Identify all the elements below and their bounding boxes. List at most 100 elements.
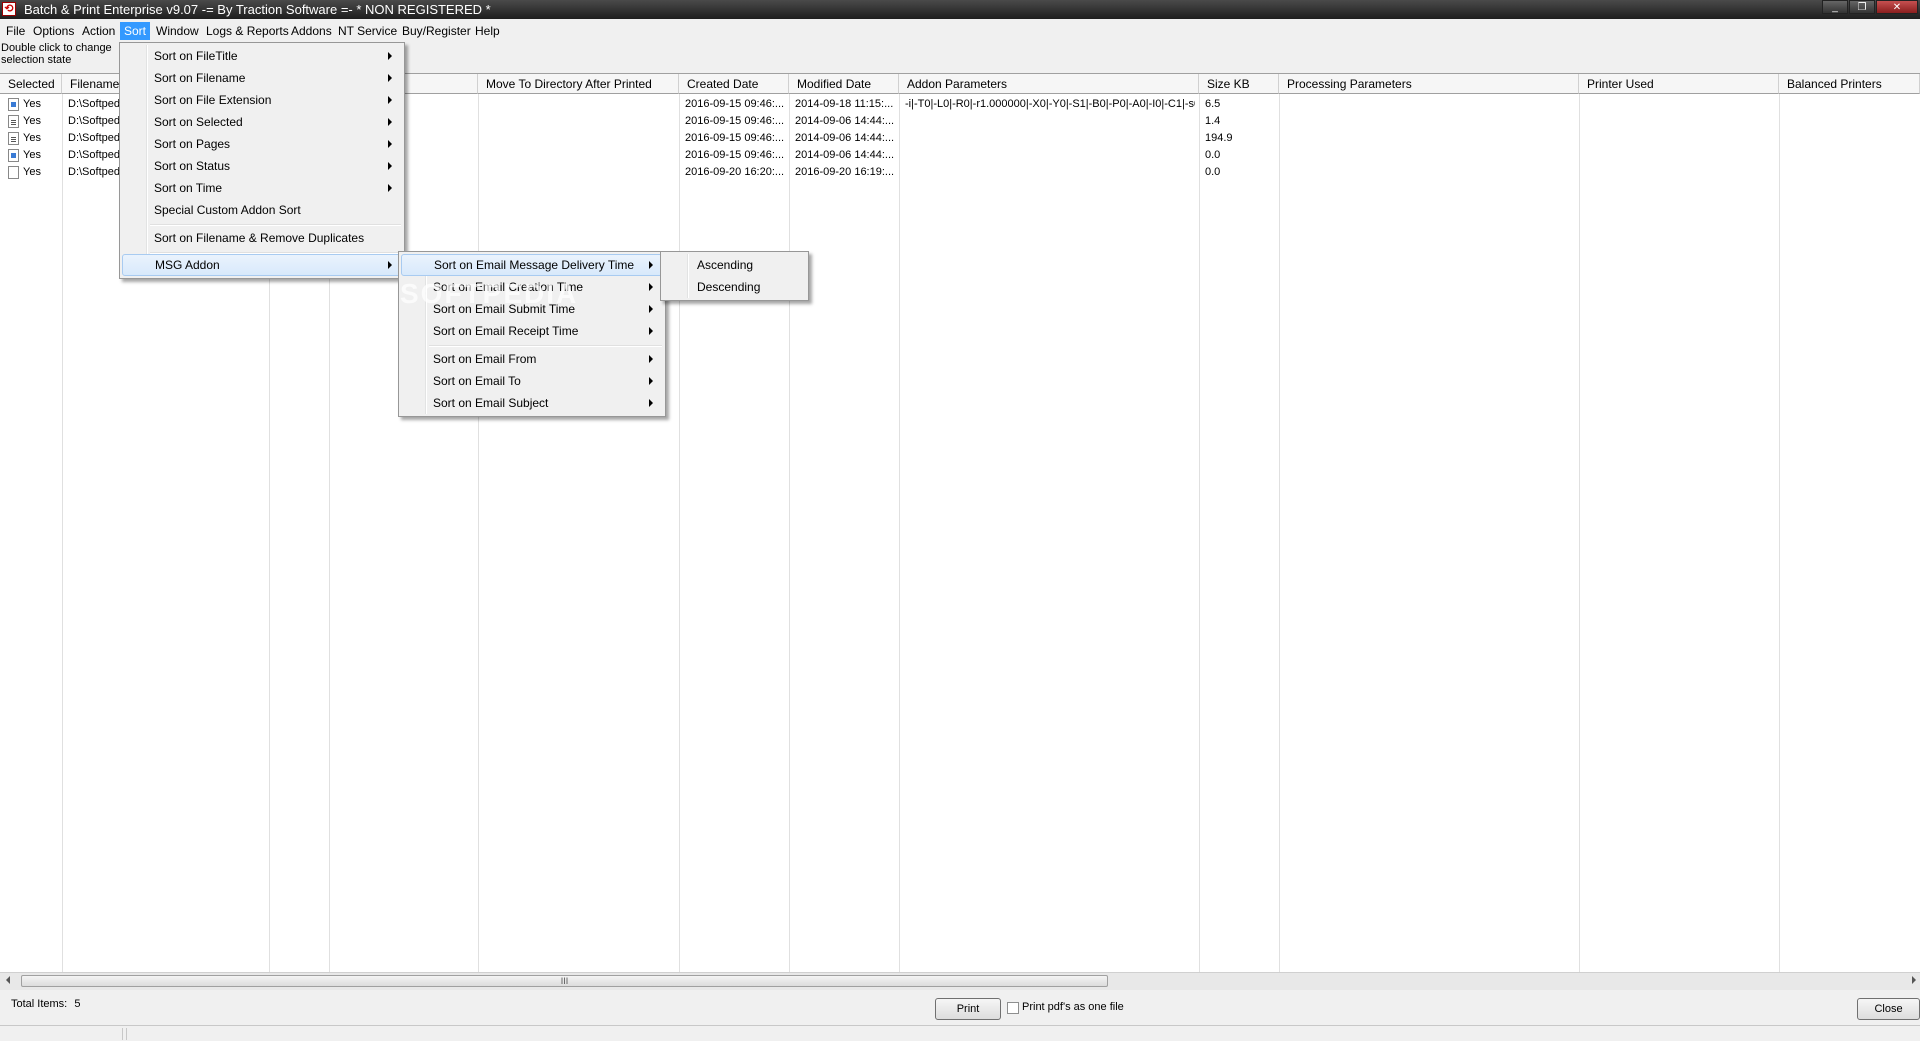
menu-buy-register[interactable]: Buy/Register	[398, 22, 475, 40]
cell-created-date: 2016-09-15 09:46:...	[685, 115, 785, 127]
scroll-right-icon[interactable]	[1912, 976, 1916, 984]
print-one-file-label: Print pdf's as one file	[1022, 1001, 1124, 1013]
restore-button[interactable]: ❐	[1849, 0, 1875, 14]
cell-created-date: 2016-09-15 09:46:...	[685, 149, 785, 161]
cell-selected[interactable]: Yes	[23, 113, 41, 130]
cell-modified-date: 2014-09-06 14:44:...	[795, 149, 895, 161]
sort-order-submenu: Ascending Descending	[660, 251, 809, 301]
submenu-arrow-icon	[388, 74, 392, 82]
print-button[interactable]: Print	[935, 998, 1001, 1020]
menu-sort-email-to[interactable]: Sort on Email To	[401, 370, 663, 392]
selection-hint: Double click to change selection state	[1, 42, 112, 66]
menu-msg-addon[interactable]: MSG Addon	[122, 254, 402, 276]
submenu-arrow-icon	[388, 52, 392, 60]
window-title: Batch & Print Enterprise v9.07 -= By Tra…	[24, 2, 491, 17]
cell-selected[interactable]: Yes	[23, 130, 41, 147]
menu-item-label: Sort on Time	[154, 181, 223, 195]
cell-created-date: 2016-09-15 09:46:...	[685, 98, 785, 110]
submenu-arrow-icon	[649, 399, 653, 407]
column-divider	[62, 94, 63, 974]
title-bar: ⟲ Batch & Print Enterprise v9.07 -= By T…	[0, 0, 1920, 19]
menu-item-label: Sort on Selected	[154, 115, 243, 129]
menu-sort-on-filename[interactable]: Sort on Filename	[122, 67, 402, 89]
minimize-button[interactable]: _	[1822, 0, 1848, 14]
column-move-to-directory[interactable]: Move To Directory After Printed	[478, 74, 679, 94]
menu-sort-email-subject[interactable]: Sort on Email Subject	[401, 392, 663, 414]
status-bar	[0, 1025, 1920, 1041]
total-items-label: Total Items:	[11, 998, 68, 1010]
menu-sort-on-selected[interactable]: Sort on Selected	[122, 111, 402, 133]
menu-sort-on-time[interactable]: Sort on Time	[122, 177, 402, 199]
menu-window[interactable]: Window	[152, 22, 203, 40]
menu-sort[interactable]: Sort	[120, 22, 151, 40]
document-file-icon	[8, 115, 19, 128]
menu-sort-on-pages[interactable]: Sort on Pages	[122, 133, 402, 155]
column-created-date[interactable]: Created Date	[679, 74, 789, 94]
menu-item-label: Sort on Email Submit Time	[433, 302, 576, 316]
menu-sort-email-submit-time[interactable]: Sort on Email Submit Time	[401, 298, 663, 320]
submenu-arrow-icon	[388, 261, 392, 269]
cell-selected[interactable]: Yes	[23, 164, 41, 181]
horizontal-scrollbar[interactable]: III	[0, 972, 1920, 990]
submenu-arrow-icon	[649, 261, 653, 269]
cell-modified-date: 2014-09-18 11:15:...	[795, 98, 894, 110]
submenu-arrow-icon	[388, 184, 392, 192]
menu-item-label: Sort on Email To	[433, 374, 521, 388]
menu-item-label: Sort on Email Receipt Time	[433, 324, 579, 338]
menu-ascending[interactable]: Ascending	[663, 254, 806, 276]
menu-item-label: Sort on Status	[154, 159, 231, 173]
menu-special-custom-addon-sort[interactable]: Special Custom Addon Sort	[122, 199, 402, 221]
menu-item-label: Sort on FileTitle	[154, 49, 238, 63]
column-size-kb[interactable]: Size KB	[1199, 74, 1279, 94]
column-processing-parameters[interactable]: Processing Parameters	[1279, 74, 1579, 94]
cell-filename: D:\Softped	[68, 166, 120, 178]
column-divider	[478, 94, 479, 974]
scrollbar-thumb[interactable]: III	[21, 975, 1108, 987]
column-modified-date[interactable]: Modified Date	[789, 74, 899, 94]
cell-modified-date: 2014-09-06 14:44:...	[795, 115, 895, 127]
image-file-icon	[8, 98, 19, 111]
menu-sort-email-creation-time[interactable]: Sort on Email Creation Time	[401, 276, 663, 298]
blank-file-icon	[8, 166, 19, 179]
menu-sort-email-receipt-time[interactable]: Sort on Email Receipt Time	[401, 320, 663, 342]
column-balanced-printers[interactable]: Balanced Printers	[1779, 74, 1920, 94]
column-divider	[679, 94, 680, 974]
cell-modified-date: 2016-09-20 16:19:...	[795, 166, 895, 178]
submenu-arrow-icon	[388, 140, 392, 148]
submenu-arrow-icon	[388, 118, 392, 126]
menu-help[interactable]: Help	[471, 22, 504, 40]
cell-created-date: 2016-09-20 16:20:...	[685, 166, 785, 178]
menu-item-label: Sort on Filename	[154, 71, 246, 85]
menu-sort-email-delivery-time[interactable]: Sort on Email Message Delivery Time	[401, 254, 663, 276]
menu-options[interactable]: Options	[29, 22, 78, 40]
status-pane	[0, 1028, 123, 1040]
menu-item-label: Sort on Email Subject	[433, 396, 549, 410]
menu-descending[interactable]: Descending	[663, 276, 806, 298]
cell-selected[interactable]: Yes	[23, 96, 41, 113]
print-one-file-checkbox[interactable]	[1007, 1002, 1019, 1014]
menu-addons[interactable]: Addons	[287, 22, 336, 40]
cell-size-kb: 0.0	[1205, 149, 1221, 161]
column-divider	[1779, 94, 1780, 974]
menu-sort-email-from[interactable]: Sort on Email From	[401, 348, 663, 370]
menu-item-label: Sort on Email Message Delivery Time	[434, 258, 635, 272]
menu-action[interactable]: Action	[78, 22, 119, 40]
column-divider	[899, 94, 900, 974]
close-button[interactable]: Close	[1857, 998, 1920, 1020]
menu-sort-on-status[interactable]: Sort on Status	[122, 155, 402, 177]
total-items: Total Items: 5	[11, 998, 80, 1010]
cell-selected[interactable]: Yes	[23, 147, 41, 164]
column-printer-used[interactable]: Printer Used	[1579, 74, 1779, 94]
column-selected[interactable]: Selected	[0, 74, 62, 94]
menu-sort-on-file-extension[interactable]: Sort on File Extension	[122, 89, 402, 111]
menu-file[interactable]: File	[2, 22, 29, 40]
document-file-icon	[8, 132, 19, 145]
menu-sort-on-filetitle[interactable]: Sort on FileTitle	[122, 45, 402, 67]
menu-nt-service[interactable]: NT Service	[334, 22, 401, 40]
scroll-left-icon[interactable]	[6, 976, 10, 984]
menu-logs-reports[interactable]: Logs & Reports	[202, 22, 293, 40]
close-window-button[interactable]: ✕	[1876, 0, 1918, 14]
cell-filename: D:\Softped	[68, 132, 120, 144]
column-addon-parameters[interactable]: Addon Parameters	[899, 74, 1199, 94]
menu-sort-filename-remove-duplicates[interactable]: Sort on Filename & Remove Duplicates	[122, 227, 402, 249]
